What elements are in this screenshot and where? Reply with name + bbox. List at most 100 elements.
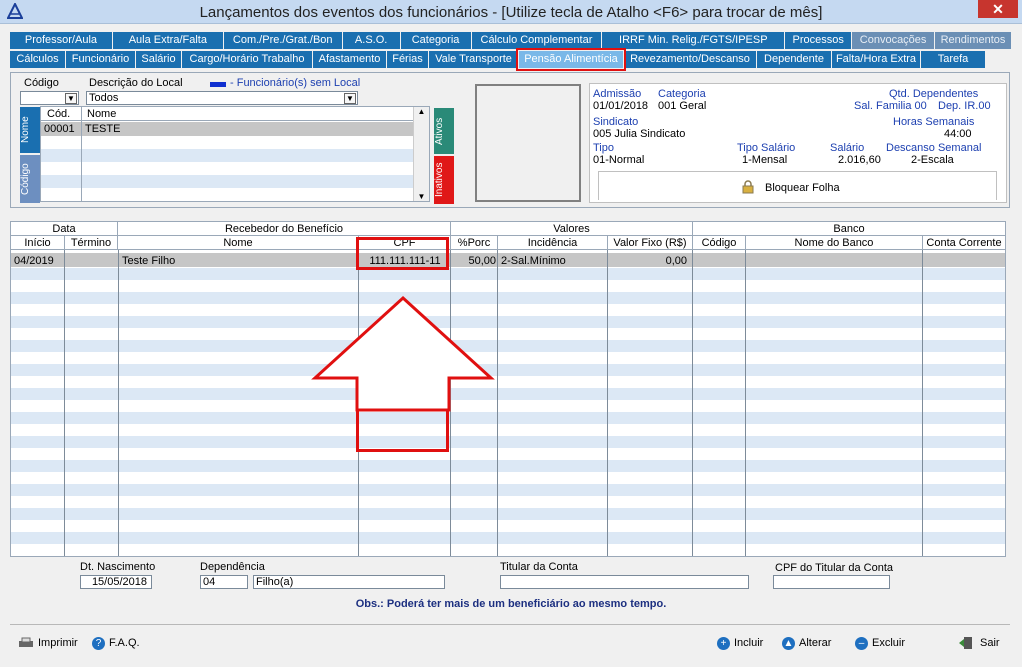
- dependencia-desc-field[interactable]: Filho(a): [253, 575, 445, 589]
- tab-falta-hora-extra[interactable]: Falta/Hora Extra: [832, 51, 920, 68]
- tab-convocacoes[interactable]: Convocações: [852, 32, 935, 49]
- tab-row-1: Professor/Aula Aula Extra/Falta Com./Pre…: [10, 32, 1012, 50]
- dropdown-arrow-icon[interactable]: ▼: [344, 93, 356, 104]
- titular-conta-field[interactable]: [500, 575, 749, 589]
- descanso-label: Descanso Semanal: [886, 142, 982, 154]
- main-window: Lançamentos dos eventos dos funcionários…: [0, 0, 1022, 667]
- group-valores: Valores: [451, 222, 693, 236]
- scroll-up-icon[interactable]: ▲: [414, 107, 429, 116]
- tab-ativos[interactable]: Ativos: [434, 108, 454, 154]
- tipo-value: 01-Normal: [593, 154, 645, 166]
- qtd-dependentes-label: Qtd. Dependentes: [889, 88, 979, 100]
- tab-calculo-complementar[interactable]: Cálculo Complementar: [471, 32, 602, 49]
- dependencia-code-field[interactable]: 04: [200, 575, 248, 589]
- group-data: Data: [11, 222, 118, 236]
- imprimir-button[interactable]: Imprimir: [18, 636, 78, 650]
- faq-button[interactable]: ? F.A.Q.: [92, 636, 140, 650]
- tab-revezamento-descanso[interactable]: Revezamento/Descanso: [624, 51, 756, 68]
- cell-porc: 50,00: [468, 255, 496, 267]
- footer-divider: [10, 624, 1010, 625]
- dependencia-label: Dependência: [200, 561, 265, 573]
- tab-inativos[interactable]: Inativos: [434, 156, 454, 204]
- excluir-button[interactable]: – Excluir: [855, 636, 905, 650]
- tab-aso[interactable]: A.S.O.: [342, 32, 400, 49]
- sindicato-value: 005 Julia Sindicato: [593, 128, 686, 140]
- list-item[interactable]: 00001 TESTE: [41, 122, 413, 136]
- descanso-value: 2-Escala: [911, 154, 954, 166]
- col-divider: [922, 250, 923, 556]
- col-divider: [81, 107, 82, 201]
- employee-list-header: Cód. Nome: [41, 107, 413, 121]
- col-divider: [692, 250, 693, 556]
- tab-codigo-vertical[interactable]: Código: [20, 155, 40, 203]
- row-stripe: [11, 316, 1005, 328]
- row-stripe: [11, 268, 1005, 280]
- tab-processos[interactable]: Processos: [785, 32, 852, 49]
- tab-pensao-alimenticia[interactable]: Pensão Alimentícia: [516, 48, 626, 71]
- titular-conta-label: Titular da Conta: [500, 561, 578, 573]
- row-stripe: [11, 484, 1005, 496]
- lock-icon[interactable]: [742, 180, 754, 194]
- tab-nome-vertical[interactable]: Nome: [20, 107, 40, 153]
- tab-irrf-min-relig[interactable]: IRRF Min. Relig./FGTS/IPESP: [602, 32, 785, 49]
- tab-afastamento[interactable]: Afastamento: [313, 51, 386, 68]
- incluir-button[interactable]: + Incluir: [717, 636, 763, 650]
- admissao-value: 01/01/2018: [593, 100, 649, 112]
- tab-dependente[interactable]: Dependente: [757, 51, 831, 68]
- col-divider: [607, 250, 608, 556]
- minus-icon: –: [855, 636, 868, 650]
- scroll-down-icon[interactable]: ▼: [414, 192, 429, 201]
- horas-semanais-value: 44:00: [944, 128, 972, 140]
- cpf-titular-label: CPF do Titular da Conta: [775, 562, 894, 574]
- row-stripe: [41, 175, 413, 188]
- tab-funcionario[interactable]: Funcionário: [66, 51, 135, 68]
- row-stripe: [11, 292, 1005, 304]
- cell-valor-fixo: 0,00: [665, 255, 687, 267]
- tab-salario[interactable]: Salário: [136, 51, 181, 68]
- row-nome: TESTE: [85, 123, 121, 135]
- incluir-label: Incluir: [734, 637, 764, 649]
- row-cod: 00001: [44, 123, 75, 135]
- close-button[interactable]: ✕: [978, 0, 1018, 18]
- sindicato-label: Sindicato: [593, 116, 639, 128]
- tab-row-2: Cálculos Funcionário Salário Cargo/Horár…: [10, 48, 1012, 71]
- dt-nascimento-field[interactable]: 15/05/2018: [80, 575, 152, 589]
- group-recebedor: Recebedor do Benefício: [118, 222, 451, 236]
- bloquear-folha-button[interactable]: Bloquear Folha: [765, 182, 840, 194]
- tab-professor-aula[interactable]: Professor/Aula: [10, 32, 112, 49]
- tab-ferias[interactable]: Férias: [387, 51, 428, 68]
- sair-button[interactable]: Sair: [958, 636, 1000, 650]
- tab-categoria[interactable]: Categoria: [400, 32, 471, 49]
- col-codigo: Código: [693, 236, 746, 250]
- alterar-button[interactable]: ▲ Alterar: [782, 636, 831, 650]
- legend-text: - Funcionário(s) sem Local: [230, 77, 361, 89]
- col-divider: [745, 250, 746, 556]
- alterar-label: Alterar: [799, 637, 832, 649]
- edit-up-icon: ▲: [782, 636, 795, 650]
- row-stripe: [11, 532, 1005, 544]
- tab-tarefa[interactable]: Tarefa: [921, 51, 985, 68]
- col-nome-banco: Nome do Banco: [746, 236, 923, 250]
- tab-aula-extra-falta[interactable]: Aula Extra/Falta: [112, 32, 223, 49]
- title-bar: Lançamentos dos eventos dos funcionários…: [0, 0, 1022, 24]
- tab-calculos[interactable]: Cálculos: [10, 51, 65, 68]
- up-arrow-icon: [311, 295, 495, 412]
- row-stripe: [11, 364, 1005, 376]
- codigo-select[interactable]: ▼: [20, 91, 79, 105]
- dropdown-arrow-icon[interactable]: ▼: [65, 93, 77, 104]
- tab-com-pre-grat-bon[interactable]: Com./Pre./Grat./Bon: [223, 32, 342, 49]
- employee-photo: [475, 84, 581, 202]
- tab-rendimentos[interactable]: Rendimentos: [935, 32, 1011, 49]
- imprimir-label: Imprimir: [38, 637, 78, 649]
- cell-inicio: 04/2019: [14, 255, 54, 267]
- col-incidencia: Incidência: [498, 236, 608, 250]
- cpf-titular-field[interactable]: [773, 575, 890, 589]
- tipo-label: Tipo: [593, 142, 614, 154]
- sal-familia: Sal. Familia 00: [854, 100, 927, 112]
- list-scrollbar[interactable]: ▲ ▼: [413, 107, 429, 201]
- categoria-label: Categoria: [658, 88, 706, 100]
- tab-vale-transporte[interactable]: Vale Transporte: [429, 51, 518, 68]
- descricao-select[interactable]: Todos ▼: [86, 91, 358, 105]
- tab-cargo-horario[interactable]: Cargo/Horário Trabalho: [182, 51, 312, 68]
- col-divider: [64, 250, 65, 556]
